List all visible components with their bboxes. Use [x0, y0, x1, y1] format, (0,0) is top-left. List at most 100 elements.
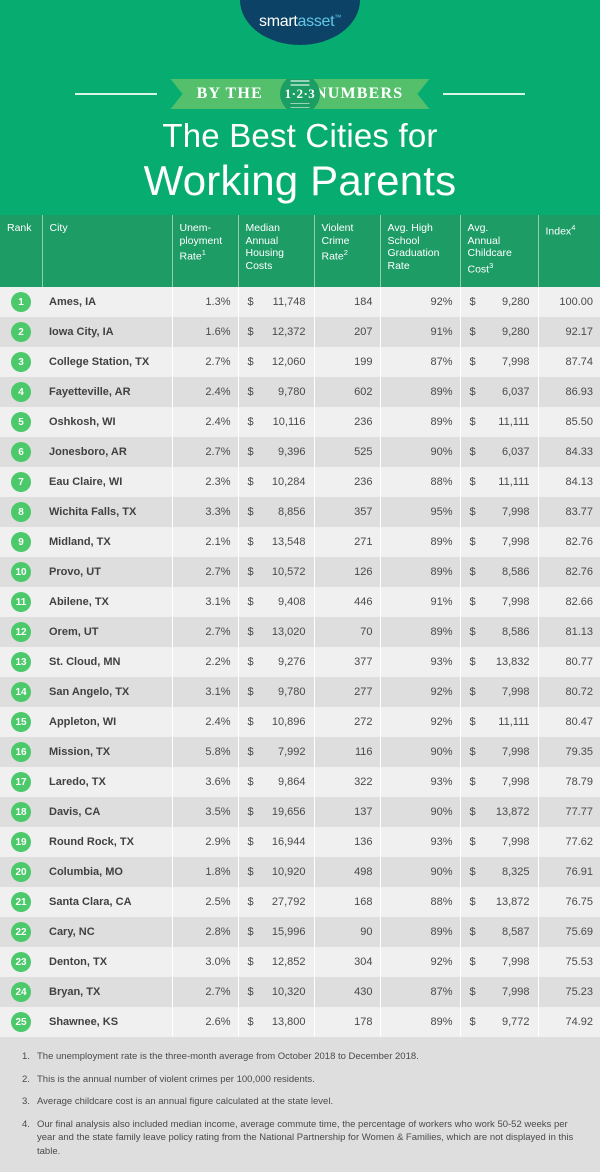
childcare-cost-cell: $11,111	[460, 707, 539, 737]
title-line-1: The Best Cities for	[162, 117, 438, 154]
currency-value: 8,586	[501, 566, 530, 578]
currency-symbol: $	[247, 716, 254, 728]
logo-word-asset: asset	[297, 13, 335, 30]
index-cell: 92.17	[538, 317, 600, 347]
rank-badge: 2	[11, 322, 31, 342]
unemployment-cell: 3.6%	[172, 767, 239, 797]
badge-tick-bottom-1	[290, 103, 309, 105]
currency-value: 13,020	[271, 626, 306, 638]
city-cell: Bryan, TX	[42, 977, 173, 1007]
city-cell: Midland, TX	[42, 527, 173, 557]
currency-symbol: $	[469, 476, 476, 488]
footnotes-section: 1. The unemployment rate is the three-mon…	[0, 1037, 600, 1172]
rank-badge: 4	[11, 382, 31, 402]
crime-rate-cell: 277	[314, 677, 381, 707]
unemployment-cell: 1.6%	[172, 317, 239, 347]
currency-symbol: $	[247, 626, 254, 638]
city-cell: Oshkosh, WI	[42, 407, 173, 437]
city-cell: Shawnee, KS	[42, 1007, 173, 1037]
currency-value: 7,998	[501, 596, 530, 608]
rank-cell: 4	[0, 377, 42, 407]
crime-rate-cell: 271	[314, 527, 381, 557]
currency-value: 7,998	[501, 836, 530, 848]
rank-cell: 20	[0, 857, 42, 887]
rank-badge: 22	[11, 922, 31, 942]
rank-cell: 9	[0, 527, 42, 557]
index-cell: 75.23	[538, 977, 600, 1007]
currency-symbol: $	[469, 506, 476, 518]
housing-cost-cell: $10,920	[238, 857, 315, 887]
graduation-rate-cell: 93%	[380, 827, 461, 857]
currency-value: 8,587	[501, 926, 530, 938]
currency-symbol: $	[247, 776, 254, 788]
currency-value: 9,396	[277, 446, 306, 458]
rank-cell: 5	[0, 407, 42, 437]
rank-cell: 1	[0, 287, 42, 317]
table-row: 18 Davis, CA 3.5% $19,656 137 90% $13,872 77.77	[0, 797, 600, 827]
housing-cost-cell: $7,992	[238, 737, 315, 767]
currency-symbol: $	[247, 926, 254, 938]
unemployment-cell: 2.7%	[172, 557, 239, 587]
table-row: 13 St. Cloud, MN 2.2% $9,276 377 93% $13,832 80…	[0, 647, 600, 677]
infographic-header: smartasset™ BY THE NUMBERS 1·2·3 The Bes…	[0, 0, 600, 215]
childcare-cost-cell: $11,111	[460, 467, 539, 497]
childcare-cost-cell: $8,586	[460, 557, 539, 587]
currency-symbol: $	[469, 626, 476, 638]
rank-cell: 19	[0, 827, 42, 857]
footnote-text: Average childcare cost is an annual figu…	[37, 1096, 334, 1107]
index-cell: 100.00	[538, 287, 600, 317]
housing-cost-cell: $10,896	[238, 707, 315, 737]
index-cell: 84.33	[538, 437, 600, 467]
unemployment-cell: 3.0%	[172, 947, 239, 977]
unemployment-cell: 2.2%	[172, 647, 239, 677]
index-cell: 80.77	[538, 647, 600, 677]
unemployment-cell: 2.4%	[172, 707, 239, 737]
graduation-rate-cell: 90%	[380, 797, 461, 827]
page-title: The Best Cities for Working Parents	[0, 116, 600, 206]
rank-badge: 17	[11, 772, 31, 792]
currency-value: 10,920	[271, 866, 306, 878]
childcare-cost-cell: $6,037	[460, 437, 539, 467]
graduation-rate-cell: 90%	[380, 437, 461, 467]
crime-rate-cell: 184	[314, 287, 381, 317]
currency-value: 9,780	[277, 686, 306, 698]
rank-badge: 1	[11, 292, 31, 312]
city-cell: Mission, TX	[42, 737, 173, 767]
city-cell: Cary, NC	[42, 917, 173, 947]
currency-symbol: $	[247, 566, 254, 578]
footnote-marker-2: 2	[343, 248, 348, 257]
column-header-3: Median Annual Housing Costs	[238, 215, 315, 287]
rank-badge: 10	[11, 562, 31, 582]
graduation-rate-cell: 89%	[380, 377, 461, 407]
currency-value: 7,998	[501, 536, 530, 548]
childcare-cost-cell: $13,872	[460, 797, 539, 827]
rank-badge: 16	[11, 742, 31, 762]
currency-symbol: $	[247, 956, 254, 968]
table-row: 10 Provo, UT 2.7% $10,572 126 89% $8,586 82.76	[0, 557, 600, 587]
city-cell: Jonesboro, AR	[42, 437, 173, 467]
graduation-rate-cell: 88%	[380, 467, 461, 497]
index-cell: 87.74	[538, 347, 600, 377]
table-row: 23 Denton, TX 3.0% $12,852 304 92% $7,998 75.53	[0, 947, 600, 977]
footnote-text: The unemployment rate is the three-month…	[37, 1051, 419, 1062]
currency-symbol: $	[247, 866, 254, 878]
ribbon-rule-left	[74, 93, 157, 95]
crime-rate-cell: 602	[314, 377, 381, 407]
currency-symbol: $	[247, 746, 254, 758]
table-row: 7 Eau Claire, WI 2.3% $10,284 236 88% $11,111 8…	[0, 467, 600, 497]
currency-value: 7,998	[501, 686, 530, 698]
index-cell: 80.47	[538, 707, 600, 737]
housing-cost-cell: $13,548	[238, 527, 315, 557]
index-cell: 79.35	[538, 737, 600, 767]
city-cell: Appleton, WI	[42, 707, 173, 737]
childcare-cost-cell: $7,998	[460, 767, 539, 797]
graduation-rate-cell: 89%	[380, 407, 461, 437]
column-header-5: Avg. High School Graduation Rate	[380, 215, 461, 287]
crime-rate-cell: 207	[314, 317, 381, 347]
table-row: 24 Bryan, TX 2.7% $10,320 430 87% $7,998 75.23	[0, 977, 600, 1007]
currency-value: 13,800	[271, 1016, 306, 1028]
currency-value: 9,280	[501, 296, 530, 308]
city-cell: Ames, IA	[42, 287, 173, 317]
table-row: 15 Appleton, WI 2.4% $10,896 272 92% $11,111 80…	[0, 707, 600, 737]
rank-cell: 18	[0, 797, 42, 827]
